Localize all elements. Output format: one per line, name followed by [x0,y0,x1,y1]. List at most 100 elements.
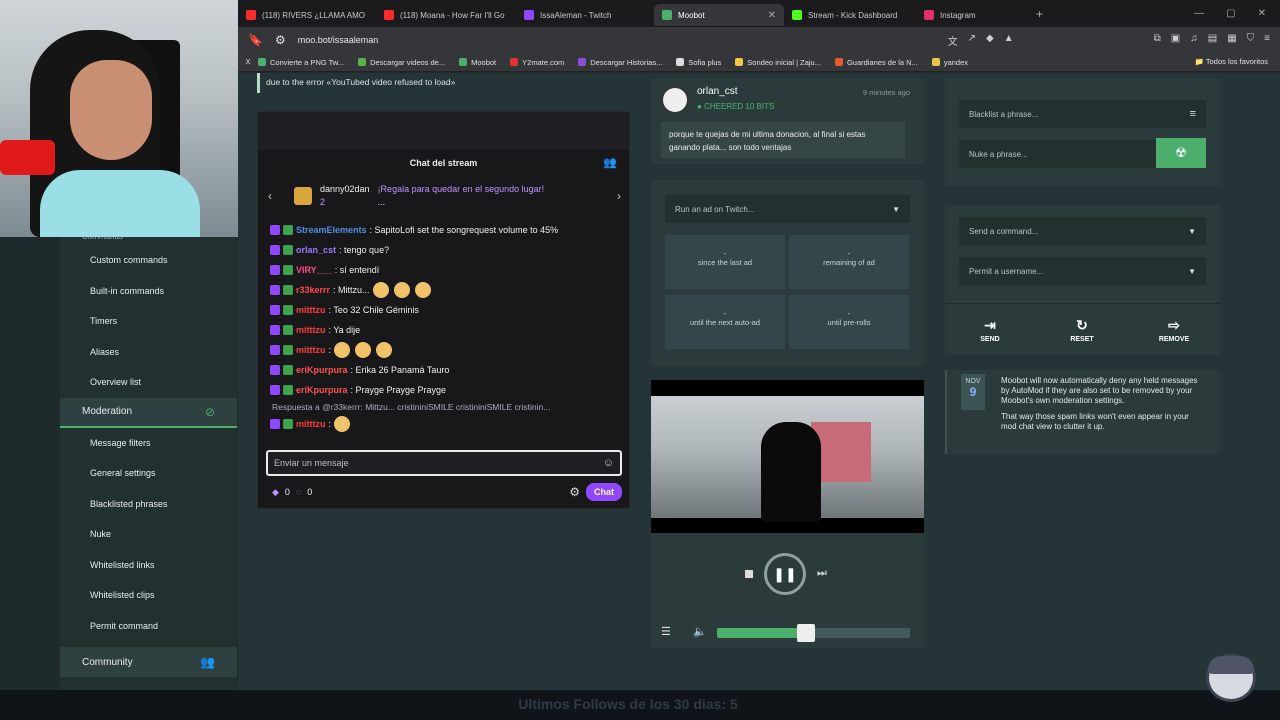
pause-button[interactable]: ❚❚ [764,553,806,595]
bookmark-label: Sondeo inicial | Zaju... [747,57,821,67]
sidebar-item[interactable]: Blacklisted phrases [60,489,237,520]
sidebar-group-moderation[interactable]: Moderation ⊘ [60,397,237,428]
chat-username[interactable]: eriKpurpura [296,385,348,395]
list-menu-icon[interactable]: ≡ [1190,108,1196,120]
volume-slider[interactable] [717,624,910,642]
close-window-icon[interactable]: ✕ [1258,8,1266,19]
chat-users-icon[interactable]: 👥 [603,156,617,169]
bookmark-item[interactable]: Sondeo inicial | Zaju... [735,58,821,67]
webcam-microphone [0,140,55,175]
chat-text: : Teo 32 Chile Géminis [328,305,419,315]
permit-select[interactable]: Permit a username... ▼ [959,257,1206,285]
sidebar-item[interactable]: Timers [60,306,237,337]
share-icon[interactable]: ↗ [968,33,976,48]
sidebar-item[interactable]: Whitelisted links [60,550,237,581]
browser-tab[interactable]: Moobot ✕ [654,4,784,26]
bookmark-item[interactable]: yandex [931,58,968,67]
vpn-icon[interactable]: ⛉ [1247,33,1255,48]
volume-icon[interactable]: 🔈 [693,625,707,638]
stop-button[interactable] [745,570,753,578]
nuke-button[interactable]: ☢ [1156,138,1206,168]
browser-tab[interactable]: Stream - Kick Dashboard [784,4,916,26]
volume-handle[interactable] [796,624,815,642]
chat-username[interactable]: r33kerrr [296,285,330,295]
bookmark-label: Convierte a PNG Tw... [270,57,345,67]
sidebar-item[interactable]: Built-in commands [60,276,237,307]
bits-icon[interactable]: ◆ [272,487,279,498]
browser-tab[interactable]: (118) Moana - How Far I'll Go [376,4,516,26]
translate-icon[interactable]: 文 [948,33,958,48]
webcam-person-shirt [40,170,200,237]
command-select[interactable]: Send a command... ▼ [959,217,1206,245]
sidebar-toggle-icon[interactable]: ▤ [1208,33,1217,48]
chat-username[interactable]: orlan_cst [296,245,336,255]
sidebar-group-community[interactable]: Community 👥 [60,647,237,677]
sidebar-item[interactable]: Overview list [60,367,237,398]
all-bookmarks[interactable]: 📁 Todos los favoritos [1195,57,1268,66]
media-icon[interactable]: ♫ [1190,33,1198,48]
playlist-icon[interactable]: ☰ [661,625,671,638]
bookmark-item[interactable]: Guardianes de la N... [834,58,918,67]
menu-icon[interactable]: ≡ [1264,33,1270,48]
chat-settings-icon[interactable]: ⚙ [569,485,580,499]
screenshot-icon[interactable]: ▣ [1171,33,1180,48]
chat-badge-icon [283,225,293,235]
channel-points-icon[interactable]: ◌ [296,487,301,497]
new-tab-icon[interactable]: + [1026,7,1053,21]
ad-stat-label: since the last ad [697,258,753,267]
video-player[interactable] [651,380,924,533]
chat-username[interactable]: mitttzu [296,305,326,315]
chat-badge-icon [270,305,280,315]
hype-next-icon[interactable]: › [617,189,621,203]
stream-error-note: due to the error «YouTubed video refused… [257,73,630,93]
hype-prev-icon[interactable]: ‹ [268,189,272,203]
bookmark-x[interactable]: X [238,57,258,66]
sidebar-item[interactable]: Nuke [60,519,237,550]
skip-next-button[interactable]: ⏭ [817,567,827,580]
maximize-icon[interactable]: ▢ [1226,8,1235,19]
minimize-icon[interactable]: — [1194,8,1204,19]
browser-tab[interactable]: (118) RIVERS ¿LLAMA AMO [238,4,376,26]
bookmark-item[interactable]: Y2mate.com [510,58,564,67]
chat-badge-icon [283,285,293,295]
sidebar-item[interactable]: Permit command [60,611,237,642]
chat-username[interactable]: eriKpurpura [296,365,348,375]
bookmark-icon[interactable]: 🔖 [248,33,263,47]
sidebar-item[interactable]: Whitelisted clips [60,580,237,611]
browser-tab[interactable]: Instagram [916,4,1026,26]
remove-button[interactable]: ⇨ REMOVE [1144,317,1204,343]
bookmark-item[interactable]: Moobot [459,58,496,67]
chat-username[interactable]: VIRY___ [296,265,332,275]
extensions-icon[interactable]: ⧉ [1154,33,1161,48]
brave-shield-icon[interactable]: ◆ [986,33,994,48]
site-info-icon[interactable]: ⚙ [275,33,286,47]
emote-picker-icon[interactable]: ☺ [603,457,614,469]
reset-button[interactable]: ↻ RESET [1052,317,1112,343]
bookmark-item[interactable]: Descargar videos de... [358,58,445,67]
browser-tab[interactable]: IssaAleman - Twitch [516,4,654,26]
sidebar-item[interactable]: Message filters [60,428,237,459]
chat-username[interactable]: mitttzu [296,325,326,335]
chat-send-button[interactable]: Chat [586,483,622,501]
sidebar-item[interactable]: Aliases [60,337,237,368]
chat-input[interactable]: Enviar un mensaje ☺ [266,450,622,476]
chat-username[interactable]: mitttzu [296,419,326,429]
rewards-icon[interactable]: ▲ [1004,33,1014,48]
bookmark-item[interactable]: Sofia plus [676,58,721,67]
sidebar-item[interactable]: General settings [60,458,237,489]
bookmark-item[interactable]: Convierte a PNG Tw... [258,58,344,67]
chat-username[interactable]: StreamElements [296,225,367,235]
sidebar-item[interactable]: Custom commands [60,245,237,276]
close-tab-icon[interactable]: ✕ [768,10,776,21]
bookmark-item[interactable]: Descargar Historias... [578,58,662,67]
nuke-input[interactable]: Nuke a phrase... [959,140,1156,168]
blacklist-input[interactable]: Blacklist a phrase... ≡ [959,100,1206,128]
emote-icon [334,416,351,432]
cheer-message: porque te quejas de mi ultima donacion, … [661,122,905,158]
wallet-icon[interactable]: ▦ [1227,33,1236,48]
url-field[interactable]: moo.bot/issaaleman [298,35,379,45]
run-ad-select[interactable]: Run an ad on Twitch... ▼ [665,195,910,223]
send-button[interactable]: ⇥ SEND [960,317,1020,343]
chat-badge-icon [283,265,293,275]
chat-username[interactable]: mitttzu [296,345,326,355]
